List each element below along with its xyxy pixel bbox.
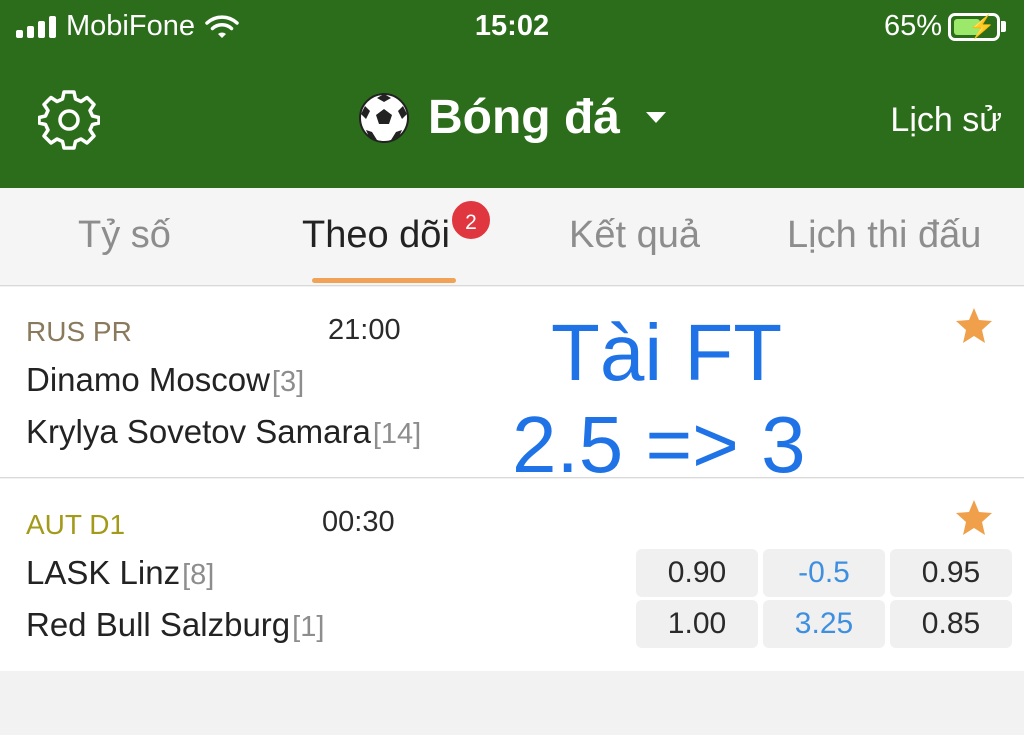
- following-count-badge: 2: [449, 198, 493, 242]
- team-name: Krylya Sovetov Samara: [26, 413, 371, 450]
- league-label: RUS PR: [26, 316, 132, 347]
- tab-results[interactable]: Kết quả: [569, 214, 700, 257]
- annotation-over-label: Tài FT: [551, 308, 783, 397]
- league-label: AUT D1: [26, 509, 126, 540]
- team-rank: [8]: [182, 559, 215, 591]
- away-team: Krylya Sovetov Samara[14]: [26, 413, 421, 451]
- tab-schedule[interactable]: Lịch thi đấu: [787, 214, 981, 257]
- tab-bar: Tỷ số Theo dõi Kết quả Lịch thi đấu: [0, 188, 1024, 286]
- status-bar: MobiFone 15:02 65% ⚡: [0, 0, 1024, 52]
- odds-under[interactable]: 0.85: [890, 600, 1012, 648]
- match-time: 21:00: [328, 314, 401, 346]
- odds-home-handicap[interactable]: 0.90: [636, 549, 758, 597]
- star-icon[interactable]: [954, 306, 994, 346]
- away-team: Red Bull Salzburg[1]: [26, 606, 324, 644]
- soccer-ball-icon: [359, 92, 409, 143]
- odds-over[interactable]: 1.00: [636, 600, 758, 648]
- battery-percent: 65%: [883, 10, 942, 42]
- odds-handicap-line[interactable]: -0.5: [763, 549, 885, 597]
- team-rank: [14]: [372, 418, 422, 450]
- active-tab-indicator: [312, 278, 456, 283]
- odds-total-line[interactable]: 3.25: [763, 600, 885, 648]
- odds-away-handicap[interactable]: 0.95: [890, 549, 1012, 597]
- tab-following[interactable]: Theo dõi: [302, 214, 450, 257]
- battery-charging-icon: ⚡: [948, 12, 1000, 41]
- match-time: 00:30: [322, 506, 395, 538]
- team-name: LASK Linz: [26, 554, 181, 591]
- match-row[interactable]: AUT D1 00:30 LASK Linz[8] Red Bull Salzb…: [0, 479, 1024, 671]
- team-rank: [3]: [271, 366, 305, 398]
- team-name: Dinamo Moscow: [26, 361, 270, 398]
- home-team: LASK Linz[8]: [26, 554, 214, 592]
- status-time: 15:02: [474, 10, 550, 42]
- team-name: Red Bull Salzburg: [26, 606, 291, 643]
- caret-down-icon: [645, 112, 666, 123]
- team-rank: [1]: [292, 611, 325, 643]
- battery-group: 65% ⚡: [884, 10, 1006, 43]
- history-button[interactable]: Lịch sử: [890, 101, 1002, 140]
- star-icon[interactable]: [954, 498, 994, 538]
- page-title: Bóng đá: [428, 91, 620, 144]
- sport-selector[interactable]: Bóng đá: [0, 90, 1024, 145]
- annotation-line-change: 2.5 => 3: [512, 400, 806, 489]
- home-team: Dinamo Moscow[3]: [26, 361, 304, 399]
- app-header: MobiFone 15:02 65% ⚡ Bóng đá Lịch sử: [0, 0, 1024, 188]
- tab-scores[interactable]: Tỷ số: [78, 214, 171, 257]
